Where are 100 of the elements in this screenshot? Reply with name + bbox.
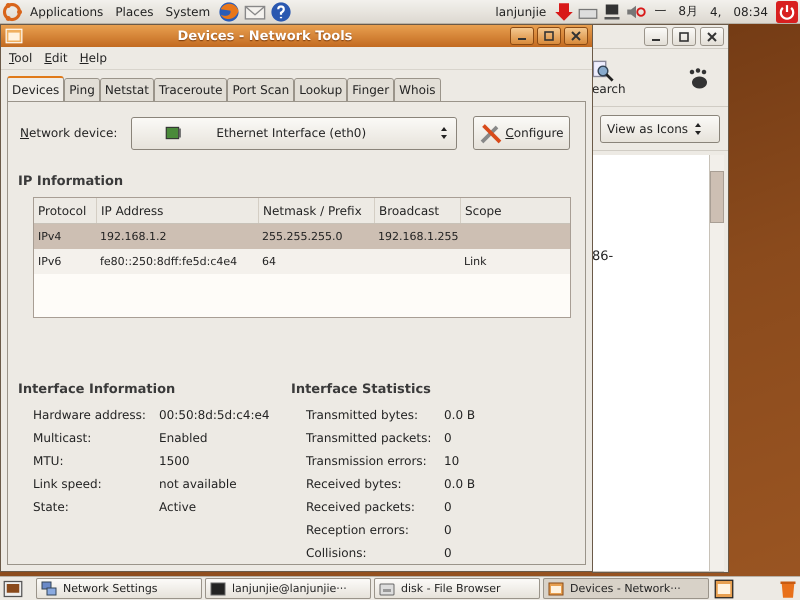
stat-label: Reception errors: [306,522,410,536]
taskbar-button[interactable]: Network Settings [36,578,202,599]
tab[interactable]: Lookup [294,78,348,101]
stat-label: Transmission errors: [306,454,428,468]
clock-text[interactable]: 08:34 [729,4,772,18]
table-cell: 64 [262,255,276,268]
taskbar-button[interactable]: Devices - Network··· [543,578,709,599]
stat-label: Received bytes: [306,476,403,490]
window-title: Devices - Network Tools [176,28,354,44]
menu-item[interactable]: Help [74,51,113,66]
scrollbar[interactable] [709,155,724,571]
field-label: Network device: [20,126,118,140]
column-header[interactable]: IP Address [96,198,258,223]
menu-item[interactable]: Edit [38,51,74,66]
minimize-button[interactable] [644,27,668,46]
info-label: State: [33,500,70,514]
workspace-icon [712,578,736,598]
maximize-icon [679,32,689,42]
table-cell: fe80::250:8dff:fe5d:c4e4 [100,255,238,268]
column-header[interactable]: Scope [460,198,570,223]
view-mode-dropdown[interactable]: View as Icons [600,114,720,142]
stat-value: 0 [444,522,453,536]
drive-icon [379,580,395,596]
trash-icon [778,578,798,598]
tab[interactable]: Ping [64,78,100,101]
column-header[interactable]: Netmask / Prefix [258,198,374,223]
info-value: Enabled [159,430,208,444]
alert-arrow-icon [554,2,574,22]
table-cell: IPv6 [38,255,62,268]
section-heading: Interface Information [18,382,176,397]
tab[interactable]: Devices [7,76,64,102]
computers-icon [41,580,57,596]
configure-button[interactable]: Configure [473,116,570,150]
power-icon [776,0,798,22]
stat-label: Transmitted bytes: [306,408,420,422]
info-value: not available [159,476,238,490]
panel-menu[interactable]: System [161,4,214,18]
stat-value: 0 [444,546,453,560]
file-label-fragment: 86- [592,249,614,264]
help-icon [270,0,292,22]
table-row[interactable]: IPv4 192.168.1.2 255.255.255.0 192.168.1.255 [34,224,570,249]
search-icon [592,60,614,82]
stat-value: 0.0 B [444,408,476,422]
info-label: Hardware address: [33,408,147,422]
column-header[interactable]: Protocol [34,198,96,223]
info-value: 1500 [159,454,191,468]
menu-item[interactable]: Tool [3,51,38,66]
stat-value: 0 [444,430,453,444]
window-icon [548,580,564,596]
tab[interactable]: Traceroute [154,78,228,101]
stat-label: Received packets: [306,500,416,514]
updown-arrow-icon [440,126,448,140]
taskbar-button[interactable]: disk - File Browser [374,578,540,599]
terminal-icon [210,580,226,596]
maximize-button[interactable] [672,27,696,46]
clock-text[interactable]: 8月 [674,3,702,20]
window-icon [5,27,23,46]
minimize-icon [518,38,526,40]
info-label: Link speed: [33,476,103,490]
network-monitor-icon [602,2,622,22]
close-button[interactable] [564,27,588,46]
tab[interactable]: Port Scan [227,78,294,101]
clock-text[interactable]: 4, [706,4,726,18]
browser-globe-icon [218,0,240,22]
stat-value: 0.0 B [444,476,476,490]
stat-value: 0 [444,500,453,514]
maximize-icon [544,31,554,42]
info-label: Multicast: [33,430,92,444]
section-heading: IP Information [18,174,124,189]
clock-text[interactable]: 一 [650,3,670,20]
close-icon [707,32,717,42]
section-heading: Interface Statistics [291,382,432,397]
panel-menu[interactable]: Places [111,4,158,18]
network-card-icon [164,124,182,142]
taskbar-button[interactable]: lanjunjie@lanjunjie··· [205,578,371,599]
tab[interactable]: Netstat [100,78,154,101]
panel-menu[interactable]: Applications [26,4,108,18]
device-dropdown[interactable]: Ethernet Interface (eth0) [131,116,458,150]
column-header[interactable]: Broadcast [374,198,460,223]
table-cell: 192.168.1.255 [378,230,458,243]
tab[interactable]: Whois [394,78,441,101]
tools-icon [479,121,504,145]
info-label: MTU: [33,454,65,468]
tab[interactable]: Finger [347,78,394,101]
table-row[interactable]: IPv6 fe80::250:8dff:fe5d:c4e4 64 Link [34,249,570,274]
minimize-button[interactable] [510,27,534,46]
info-value: Active [159,500,198,514]
ubuntu-logo-icon [2,2,22,22]
table-cell: 192.168.1.2 [100,230,166,243]
table-cell: Link [464,255,487,268]
minimize-icon [652,38,660,40]
table-cell: 255.255.255.0 [262,230,342,243]
maximize-button[interactable] [537,27,561,46]
user-name[interactable]: lanjunjie [491,4,550,18]
close-button[interactable] [700,27,724,46]
info-value: 00:50:8d:5d:c4:e4 [159,408,271,422]
stat-label: Transmitted packets: [306,430,432,444]
table-cell: IPv4 [38,230,62,243]
stat-label: Collisions: [306,546,368,560]
stat-value: 10 [444,454,460,468]
